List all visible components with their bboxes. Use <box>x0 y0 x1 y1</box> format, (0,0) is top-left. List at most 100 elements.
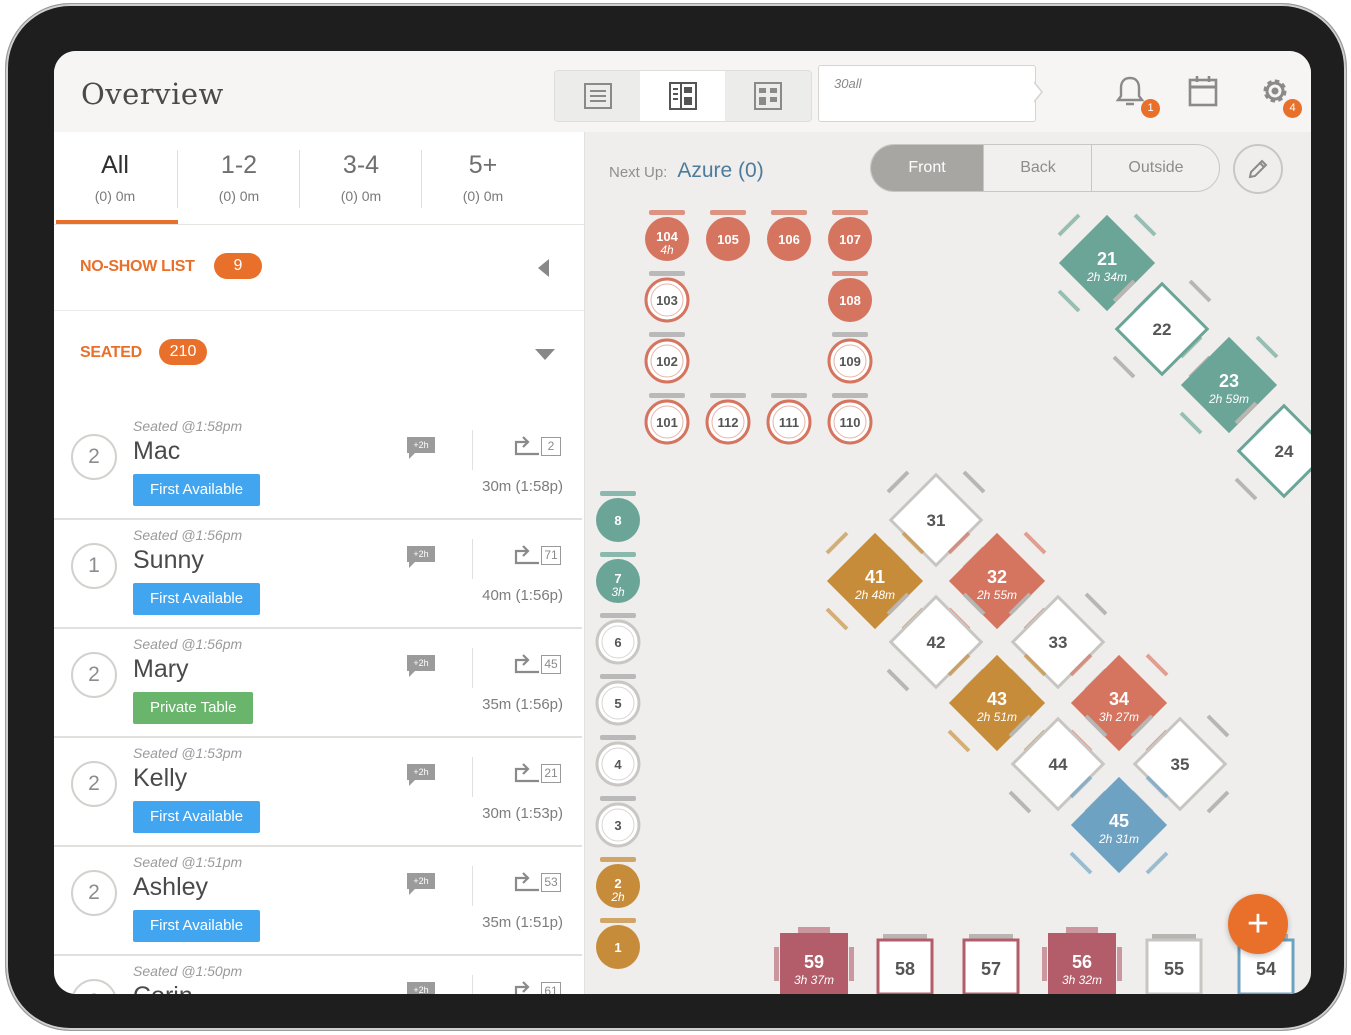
reservation-row[interactable]: Seated @1:58pm 2 Mac First Available +2h 2 30m… <box>54 410 582 520</box>
table-1[interactable]: 1 <box>596 918 640 969</box>
turn-indicator[interactable]: 45 <box>512 652 561 681</box>
table-number: 34 <box>1109 689 1129 709</box>
guest-name: Sunny <box>133 546 204 574</box>
table-31[interactable]: 31 <box>886 470 986 570</box>
table-56[interactable]: 563h 32m <box>1042 927 1122 994</box>
table-102[interactable]: 102 <box>644 332 690 384</box>
table-110[interactable]: 110 <box>827 393 873 445</box>
split-view-button[interactable] <box>640 71 725 121</box>
table-45[interactable]: 452h 31m <box>1069 775 1169 875</box>
table-58[interactable]: 58 <box>876 934 934 994</box>
table-23[interactable]: 232h 59m <box>1179 335 1279 435</box>
table-number: 23 <box>1219 371 1239 391</box>
table-35[interactable]: 35 <box>1130 714 1230 814</box>
no-show-section[interactable]: NO-SHOW LIST 9 <box>54 225 584 311</box>
table-21[interactable]: 212h 34m <box>1057 213 1157 313</box>
message-label: +2h <box>413 658 428 668</box>
table-8[interactable]: 8 <box>596 491 640 542</box>
edit-layout-button[interactable] <box>1233 144 1283 194</box>
turn-indicator[interactable]: 2 <box>512 434 561 463</box>
room-outside-button[interactable]: Outside <box>1091 145 1219 191</box>
table-106[interactable]: 106 <box>767 210 811 261</box>
table-4[interactable]: 4 <box>595 735 641 787</box>
tab-label: 3-4 <box>342 151 380 179</box>
table-7[interactable]: 73h <box>596 552 640 603</box>
table-44[interactable]: 44 <box>1008 714 1108 814</box>
turn-indicator[interactable]: 21 <box>512 761 561 790</box>
table-109[interactable]: 109 <box>827 332 873 384</box>
turn-indicator[interactable]: 53 <box>512 870 561 899</box>
add-reservation-button[interactable]: + <box>1228 894 1288 954</box>
table-number: 102 <box>656 354 678 369</box>
seated-section[interactable]: SEATED 210 <box>54 311 584 396</box>
no-show-count: 9 <box>214 253 262 279</box>
message-icon[interactable]: +2h <box>406 872 436 896</box>
room-front-button[interactable]: Front <box>871 145 983 191</box>
tab-1-2[interactable]: 1-2 (0) 0m <box>178 132 300 224</box>
table-22[interactable]: 22 <box>1112 279 1212 379</box>
notes-field[interactable]: 30all <box>818 65 1036 122</box>
guest-name: Corin <box>133 982 193 994</box>
notifications-button[interactable]: 1 <box>1114 75 1160 118</box>
tab-all[interactable]: All (0) 0m <box>54 132 178 224</box>
table-111[interactable]: 111 <box>766 393 812 445</box>
turn-indicator[interactable]: 71 <box>512 543 561 572</box>
top-bar: Overview 30all 1 4 <box>54 51 1311 133</box>
table-42[interactable]: 42 <box>886 592 986 692</box>
table-number: 111 <box>779 415 799 430</box>
floor-plan-icon <box>753 82 782 110</box>
message-icon[interactable]: +2h <box>406 763 436 787</box>
table-34[interactable]: 343h 27m <box>1069 653 1169 753</box>
table-6[interactable]: 6 <box>595 613 641 665</box>
table-43[interactable]: 432h 51m <box>947 653 1047 753</box>
settings-button[interactable]: 4 <box>1259 75 1302 118</box>
table-24[interactable]: 24 <box>1234 401 1311 501</box>
table-number: 59 <box>804 952 824 972</box>
collapse-left-icon[interactable] <box>538 259 550 277</box>
message-icon[interactable]: +2h <box>406 436 436 460</box>
table-101[interactable]: 101 <box>644 393 690 445</box>
calendar-button[interactable] <box>1188 75 1224 111</box>
next-up: Next Up: Azure (0) <box>609 159 764 183</box>
table-105[interactable]: 105 <box>706 210 750 261</box>
table-32[interactable]: 322h 55m <box>947 531 1047 631</box>
message-icon[interactable]: +2h <box>406 981 436 994</box>
list-view-button[interactable] <box>555 71 640 121</box>
reservation-row[interactable]: Seated @1:56pm 2 Mary Private Table +2h 45 35m… <box>54 628 582 738</box>
table-seated-time: 2h 51m <box>976 710 1017 724</box>
reservation-row[interactable]: Seated @1:51pm 2 Ashley First Available +2h 5… <box>54 846 582 956</box>
table-104[interactable]: 1044h <box>645 210 689 261</box>
reservation-row[interactable]: Seated @1:50pm 2 Corin +2h 61 <box>54 955 582 994</box>
table-41[interactable]: 412h 48m <box>825 531 925 631</box>
table-5[interactable]: 5 <box>595 674 641 726</box>
message-icon[interactable]: +2h <box>406 545 436 569</box>
settings-badge: 4 <box>1283 99 1302 118</box>
table-3[interactable]: 3 <box>595 796 641 848</box>
message-icon[interactable]: +2h <box>406 654 436 678</box>
table-112[interactable]: 112 <box>705 393 751 445</box>
floor-plan: Next Up: Azure (0) Front Back Outside 104… <box>585 132 1311 994</box>
turn-indicator[interactable]: 61 <box>512 979 561 994</box>
reservation-row[interactable]: Seated @1:56pm 1 Sunny First Available +2h 71… <box>54 519 582 629</box>
tab-5-plus[interactable]: 5+ (0) 0m <box>422 132 544 224</box>
table-57[interactable]: 57 <box>962 934 1020 994</box>
elapsed-time: 40m (1:56p) <box>482 587 563 604</box>
table-number: 112 <box>718 415 739 430</box>
next-up-value[interactable]: Azure (0) <box>677 159 763 182</box>
table-number: 44 <box>1049 755 1068 774</box>
table-103[interactable]: 103 <box>644 271 690 323</box>
table-55[interactable]: 55 <box>1145 934 1203 994</box>
table-59[interactable]: 593h 37m <box>774 927 854 994</box>
chevron-down-icon[interactable] <box>535 349 555 360</box>
tab-3-4[interactable]: 3-4 (0) 0m <box>300 132 422 224</box>
reservation-row[interactable]: Seated @1:53pm 2 Kelly First Available +2h 21… <box>54 737 582 847</box>
message-label: +2h <box>413 985 428 994</box>
table-107[interactable]: 107 <box>828 210 872 261</box>
table-number: 101 <box>656 415 678 430</box>
table-2[interactable]: 22h <box>596 857 640 908</box>
table-number: 105 <box>717 232 739 247</box>
room-back-button[interactable]: Back <box>983 145 1092 191</box>
floor-view-button[interactable] <box>725 71 810 121</box>
table-108[interactable]: 108 <box>828 271 872 322</box>
table-33[interactable]: 33 <box>1008 592 1108 692</box>
